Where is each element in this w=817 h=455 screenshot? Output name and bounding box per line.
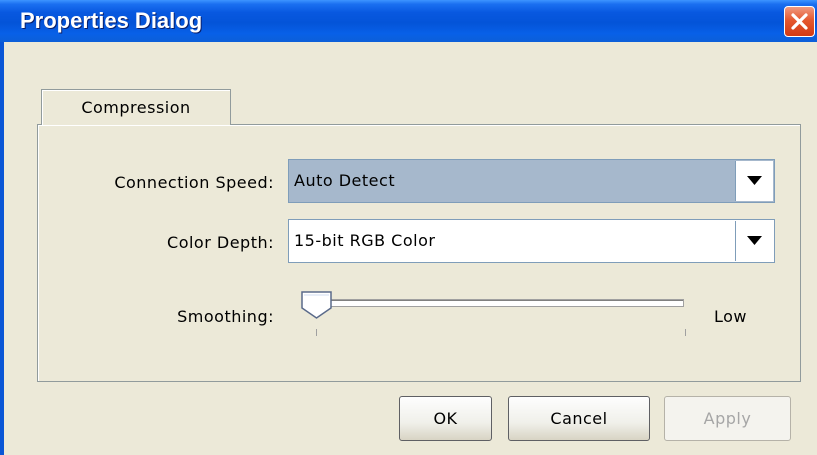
- close-button[interactable]: [784, 6, 815, 37]
- slider-tick-start: [316, 329, 317, 336]
- ok-button[interactable]: OK: [399, 396, 492, 441]
- color-depth-value: 15-bit RGB Color: [294, 231, 436, 250]
- chevron-down-icon: [747, 176, 762, 185]
- slider-tick-end: [685, 329, 686, 336]
- color-depth-dropdown[interactable]: 15-bit RGB Color: [288, 219, 775, 263]
- color-depth-label: Color Depth:: [167, 233, 274, 252]
- smoothing-slider-track[interactable]: [316, 299, 684, 307]
- color-depth-dropdown-button[interactable]: [735, 221, 773, 261]
- window-frame: [0, 42, 4, 455]
- smoothing-label: Smoothing:: [177, 307, 274, 326]
- connection-speed-dropdown[interactable]: Auto Detect: [288, 159, 775, 203]
- tab-compression[interactable]: Compression: [41, 89, 231, 125]
- connection-speed-value: Auto Detect: [294, 171, 396, 190]
- title-bar[interactable]: Properties Dialog: [0, 0, 817, 42]
- chevron-down-icon: [747, 236, 762, 245]
- tab-compression-label: Compression: [81, 98, 191, 117]
- cancel-button[interactable]: Cancel: [508, 396, 650, 441]
- smoothing-slider-thumb[interactable]: [300, 290, 333, 320]
- apply-button[interactable]: Apply: [664, 396, 791, 441]
- connection-speed-label: Connection Speed:: [114, 173, 274, 192]
- connection-speed-dropdown-button[interactable]: [735, 161, 773, 201]
- smoothing-level-label: Low: [714, 307, 748, 326]
- properties-dialog: Properties Dialog Compression Connection…: [0, 0, 817, 455]
- close-icon: [791, 13, 808, 30]
- window-title: Properties Dialog: [20, 8, 203, 33]
